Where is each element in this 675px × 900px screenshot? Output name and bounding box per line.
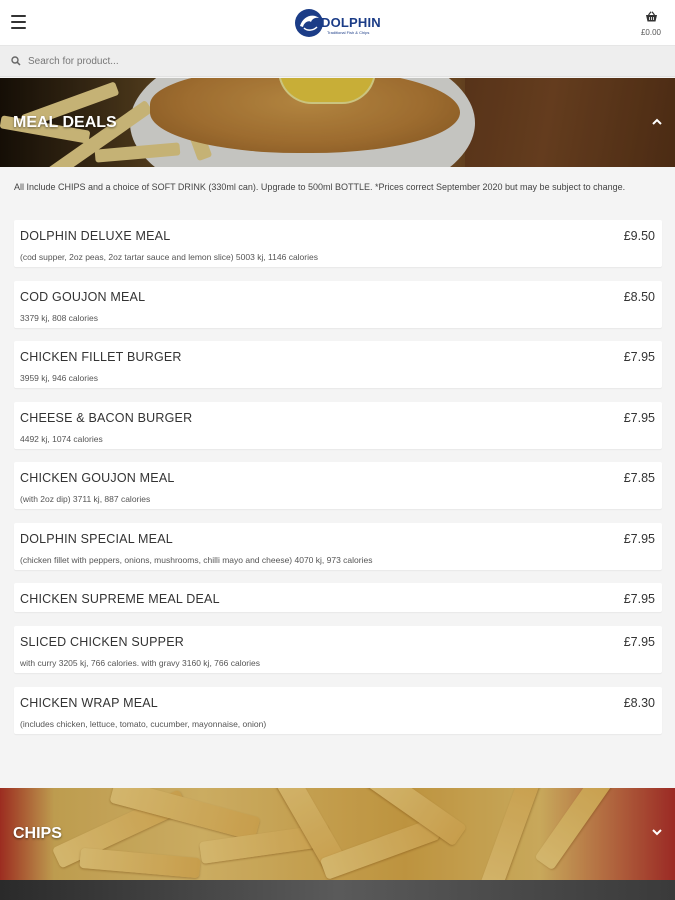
search-icon <box>11 56 21 66</box>
item-price: £8.30 <box>623 696 655 710</box>
item-description: (with 2oz dip) 3711 kj, 887 calories <box>20 494 151 504</box>
next-category-banner[interactable] <box>0 880 675 900</box>
basket-button[interactable]: £0.00 <box>636 9 666 37</box>
item-name: CHEESE & BACON BURGER <box>20 411 193 425</box>
item-price: £7.85 <box>623 471 655 485</box>
item-price: £7.95 <box>623 635 655 649</box>
logo-tagline: Traditional Fish & Chips <box>327 30 370 35</box>
menu-item[interactable]: CHICKEN SUPREME MEAL DEAL £7.95 <box>14 583 662 612</box>
item-name: CHICKEN FILLET BURGER <box>20 350 182 364</box>
item-price: £7.95 <box>623 411 655 425</box>
item-name: CHICKEN WRAP MEAL <box>20 696 158 710</box>
search-input[interactable] <box>28 51 648 72</box>
hamburger-menu-icon[interactable] <box>11 15 26 29</box>
item-description: with curry 3205 kj, 766 calories. with g… <box>20 658 261 668</box>
menu-item[interactable]: COD GOUJON MEAL £8.50 3379 kj, 808 calor… <box>14 281 662 328</box>
menu-item[interactable]: CHICKEN FILLET BURGER £7.95 3959 kj, 946… <box>14 341 662 388</box>
chevron-down-icon[interactable] <box>651 826 663 838</box>
item-price: £8.50 <box>623 290 655 304</box>
top-bar: DOLPHIN Traditional Fish & Chips £0.00 <box>0 0 675 46</box>
item-price: £7.95 <box>623 532 655 546</box>
category-section-meal-deals: All Include CHIPS and a choice of SOFT D… <box>0 167 675 787</box>
item-description: (includes chicken, lettuce, tomato, cucu… <box>20 719 267 729</box>
chevron-up-icon[interactable] <box>651 116 663 128</box>
item-name: CHICKEN SUPREME MEAL DEAL <box>20 592 220 606</box>
item-description: (cod supper, 2oz peas, 2oz tartar sauce … <box>20 252 318 262</box>
item-description: 3959 kj, 946 calories <box>20 373 98 383</box>
category-title: CHIPS <box>13 825 62 842</box>
item-name: SLICED CHICKEN SUPPER <box>20 635 184 649</box>
item-price: £7.95 <box>623 592 655 606</box>
menu-item[interactable]: CHICKEN WRAP MEAL £8.30 (includes chicke… <box>14 687 662 734</box>
item-description: 4492 kj, 1074 calories <box>20 434 103 444</box>
item-price: £9.50 <box>623 229 655 243</box>
menu-item[interactable]: CHICKEN GOUJON MEAL £7.85 (with 2oz dip)… <box>14 462 662 509</box>
category-title: MEAL DEALS <box>13 114 117 131</box>
item-name: COD GOUJON MEAL <box>20 290 146 304</box>
menu-item[interactable]: DOLPHIN DELUXE MEAL £9.50 (cod supper, 2… <box>14 220 662 267</box>
menu-item[interactable]: SLICED CHICKEN SUPPER £7.95 with curry 3… <box>14 626 662 673</box>
item-name: CHICKEN GOUJON MEAL <box>20 471 175 485</box>
item-price: £7.95 <box>623 350 655 364</box>
search-bar <box>0 46 675 77</box>
category-banner-meal-deals[interactable]: MEAL DEALS <box>0 78 675 167</box>
category-note: All Include CHIPS and a choice of SOFT D… <box>14 182 626 192</box>
logo-text: DOLPHIN <box>321 15 381 30</box>
dolphin-logo-icon <box>295 9 323 37</box>
category-banner-chips[interactable]: CHIPS <box>0 788 675 880</box>
item-name: DOLPHIN DELUXE MEAL <box>20 229 171 243</box>
item-description: 3379 kj, 808 calories <box>20 313 98 323</box>
basket-icon <box>645 11 657 22</box>
item-name: DOLPHIN SPECIAL MEAL <box>20 532 173 546</box>
menu-item[interactable]: DOLPHIN SPECIAL MEAL £7.95 (chicken fill… <box>14 523 662 570</box>
item-description: (chicken fillet with peppers, onions, mu… <box>20 555 373 565</box>
logo[interactable]: DOLPHIN Traditional Fish & Chips <box>294 6 386 40</box>
basket-total: £0.00 <box>640 28 662 37</box>
menu-item[interactable]: CHEESE & BACON BURGER £7.95 4492 kj, 107… <box>14 402 662 449</box>
